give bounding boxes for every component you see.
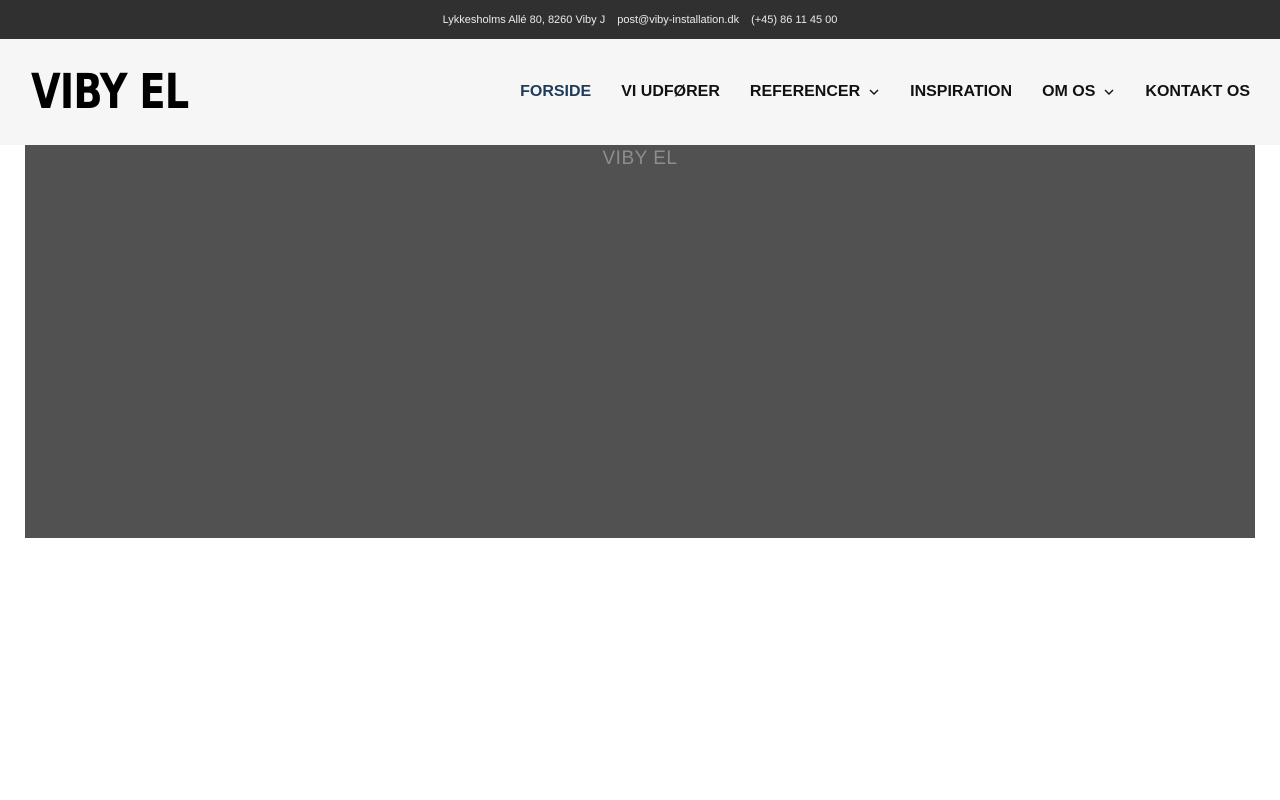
chevron-down-icon (869, 89, 879, 95)
nav-item-kontakt-os[interactable]: KONTAKT OS (1145, 83, 1250, 101)
hero-title: VIBY EL (602, 148, 678, 169)
chevron-down-icon (1104, 89, 1114, 95)
address-text: Lykkesholms Allé 80, 8260 Viby J (442, 13, 606, 26)
nav-item-vi-udforer[interactable]: VI UDFØRER (621, 83, 720, 101)
nav-label: FORSIDE (520, 83, 592, 100)
main-navigation: FORSIDE VI UDFØRER REFERENCER INSPIRATIO… (520, 83, 1250, 101)
email-link[interactable]: post@viby-installation.dk (617, 14, 739, 26)
top-info-bar: Lykkesholms Allé 80, 8260 Viby J post@vi… (0, 0, 1280, 39)
phone-link[interactable]: (+45) 86 11 45 00 (751, 14, 837, 26)
nav-label: VI UDFØRER (621, 83, 720, 100)
site-header: VIBY EL FORSIDE VI UDFØRER REFERENCER IN… (0, 39, 1280, 145)
hero-banner: VIBY EL (25, 145, 1255, 538)
nav-label: KONTAKT OS (1145, 83, 1250, 100)
nav-item-om-os[interactable]: OM OS (1042, 83, 1115, 101)
nav-item-forside[interactable]: FORSIDE (520, 83, 591, 101)
nav-label: INSPIRATION (910, 83, 1013, 100)
nav-label: REFERENCER (749, 83, 861, 100)
nav-item-inspiration[interactable]: INSPIRATION (910, 83, 1012, 101)
nav-item-referencer[interactable]: REFERENCER (750, 83, 880, 101)
site-logo[interactable]: VIBY EL (31, 68, 189, 116)
nav-label: OM OS (1042, 83, 1096, 100)
